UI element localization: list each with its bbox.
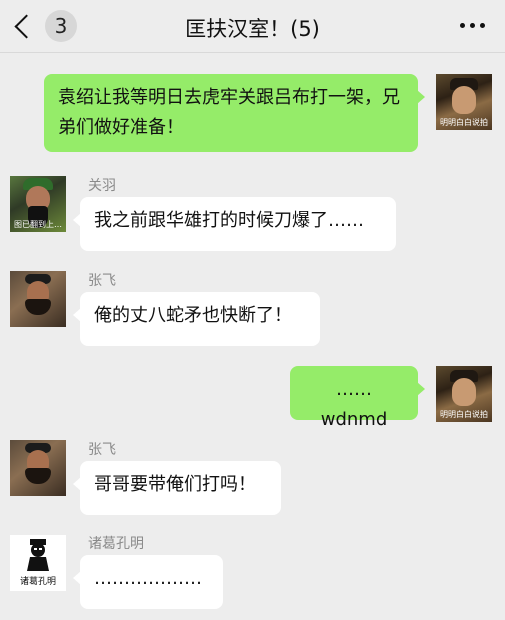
avatar-caption: 明明白白说拍 <box>440 118 488 127</box>
message-bubble-incoming[interactable]: 俺的丈八蛇矛也快断了！ <box>73 292 320 346</box>
avatar-zhangfei[interactable] <box>10 271 66 327</box>
avatar-caption: 图已翻到上… <box>14 220 62 229</box>
avatar-caption: 诸葛孔明 <box>19 577 56 587</box>
more-dots-icon <box>460 23 465 28</box>
sender-name: 张飞 <box>88 442 116 458</box>
avatar-zhugekongming[interactable]: 诸葛孔明 <box>10 535 66 591</box>
more-options-button[interactable] <box>460 23 485 28</box>
my-avatar[interactable]: 明明白白说拍 <box>436 74 492 130</box>
sender-name: 张飞 <box>88 273 116 289</box>
sender-name: 诸葛孔明 <box>88 536 144 552</box>
message-bubble-outgoing[interactable]: 袁绍让我等明日去虎牢关跟吕布打一架，兄弟们做好准备！ <box>44 74 425 152</box>
avatar-zhangfei[interactable] <box>10 440 66 496</box>
my-avatar[interactable]: 明明白白说拍 <box>436 366 492 422</box>
sender-name: 关羽 <box>88 178 116 194</box>
chat-header: 3 匡扶汉室！(5) <box>0 0 505 53</box>
avatar-guanyu[interactable]: 图已翻到上… <box>10 176 66 232</box>
message-bubble-incoming[interactable]: ……………… <box>73 555 223 609</box>
silhouette-icon <box>27 539 49 571</box>
chat-title: 匡扶汉室！(5) <box>185 17 320 41</box>
avatar-caption: 明明白白说拍 <box>440 410 488 419</box>
message-bubble-incoming[interactable]: 我之前跟华雄打的时候刀爆了…… <box>73 197 396 251</box>
message-bubble-outgoing[interactable]: ……wdnmd <box>290 366 425 430</box>
message-bubble-incoming[interactable]: 哥哥要带俺们打吗！ <box>73 461 281 515</box>
